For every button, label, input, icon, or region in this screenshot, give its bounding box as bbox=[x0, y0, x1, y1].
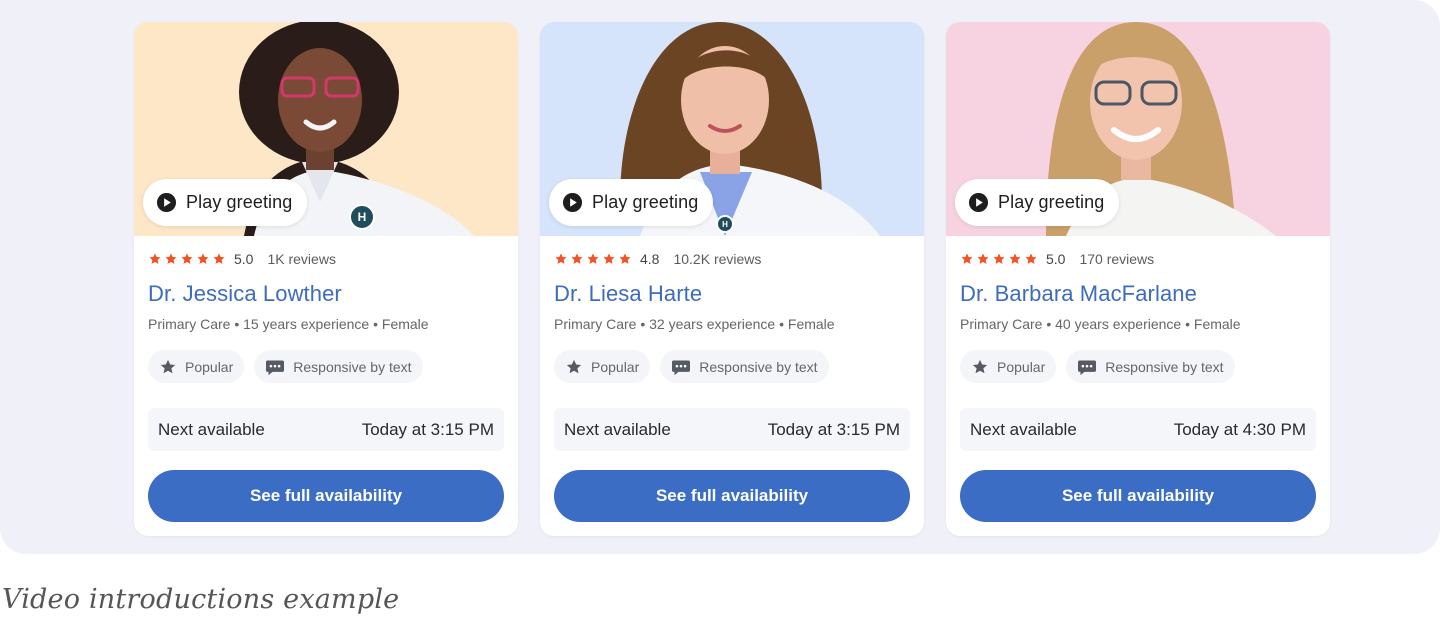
see-full-availability-button[interactable]: See full availability bbox=[148, 470, 504, 522]
popular-label: Popular bbox=[591, 358, 640, 375]
star-rating bbox=[148, 252, 226, 266]
rating-value: 4.8 bbox=[640, 251, 660, 267]
play-greeting-button[interactable]: Play greeting bbox=[955, 179, 1120, 226]
rating-star-icon bbox=[977, 253, 989, 264]
responsive-label: Responsive by text bbox=[699, 358, 818, 375]
play-greeting-label: Play greeting bbox=[186, 192, 293, 212]
rating-star-icon bbox=[165, 253, 177, 264]
chat-bubble-icon bbox=[1078, 359, 1097, 375]
chat-bubble-icon bbox=[672, 359, 691, 375]
chat-bubble-icon bbox=[266, 359, 285, 375]
next-available-time: Today at 4:30 PM bbox=[1173, 419, 1306, 439]
star-rating bbox=[960, 252, 1038, 266]
popular-chip: Popular bbox=[148, 350, 245, 383]
play-greeting-button[interactable]: Play greeting bbox=[143, 179, 308, 226]
popular-chip: Popular bbox=[960, 350, 1057, 383]
play-greeting-label: Play greeting bbox=[998, 192, 1105, 212]
play-circle-icon bbox=[968, 192, 989, 213]
play-greeting-button[interactable]: Play greeting bbox=[549, 179, 714, 226]
see-full-availability-button[interactable]: See full availability bbox=[960, 470, 1316, 522]
play-circle-icon bbox=[156, 192, 177, 213]
rating-star-icon bbox=[555, 253, 567, 264]
responsive-chip: Responsive by text bbox=[660, 350, 829, 383]
rating-row: 5.0 170 reviews bbox=[960, 250, 1316, 268]
rating-value: 5.0 bbox=[234, 251, 254, 267]
rating-star-icon bbox=[181, 253, 193, 264]
rating-star-icon bbox=[1025, 253, 1037, 264]
provider-details: Primary Care • 40 years experience • Fem… bbox=[960, 316, 1241, 332]
star-rating bbox=[554, 252, 632, 266]
rating-star-icon bbox=[587, 253, 599, 264]
rating-star-icon bbox=[993, 253, 1005, 264]
rating-star-icon bbox=[1009, 253, 1021, 264]
next-available-label: Next available bbox=[158, 419, 265, 439]
responsive-chip: Responsive by text bbox=[1066, 350, 1235, 383]
provider-photo: Play greeting bbox=[946, 22, 1330, 236]
rating-star-icon bbox=[213, 253, 225, 264]
provider-name[interactable]: Dr. Jessica Lowther bbox=[148, 281, 504, 307]
responsive-chip: Responsive by text bbox=[254, 350, 423, 383]
provider-details: Primary Care • 15 years experience • Fem… bbox=[148, 316, 429, 332]
popular-label: Popular bbox=[185, 358, 234, 375]
review-count: 10.2K reviews bbox=[673, 251, 762, 267]
rating-row: 4.8 10.2K reviews bbox=[554, 250, 910, 268]
provider-photo: Play greeting H bbox=[134, 22, 518, 236]
example-stage: Play greeting H 5.0 1K reviews Dr. Jessi… bbox=[0, 0, 1440, 554]
popular-chip: Popular bbox=[554, 350, 651, 383]
rating-star-icon bbox=[571, 253, 583, 264]
provider-card-list: Play greeting H 5.0 1K reviews Dr. Jessi… bbox=[134, 22, 1330, 536]
provider-card[interactable]: Play greeting 5.0 170 reviews Dr. Barbar… bbox=[946, 22, 1330, 536]
review-count: 170 reviews bbox=[1079, 251, 1155, 267]
rating-row: 5.0 1K reviews bbox=[148, 250, 504, 268]
popular-label: Popular bbox=[997, 358, 1046, 375]
see-full-availability-button[interactable]: See full availability bbox=[554, 470, 910, 522]
next-available-row: Next available Today at 3:15 PM bbox=[554, 408, 910, 451]
provider-card[interactable]: Play greeting H 5.0 1K reviews Dr. Jessi… bbox=[134, 22, 518, 536]
rating-star-icon bbox=[961, 253, 973, 264]
star-icon bbox=[972, 359, 988, 373]
figure-caption: Video introductions example bbox=[2, 584, 400, 615]
rating-star-icon bbox=[619, 253, 631, 264]
star-icon bbox=[566, 359, 582, 373]
provider-photo: Play greeting H bbox=[540, 22, 924, 236]
provider-name[interactable]: Dr. Liesa Harte bbox=[554, 281, 910, 307]
play-circle-icon bbox=[562, 192, 583, 213]
play-greeting-label: Play greeting bbox=[592, 192, 699, 212]
rating-value: 5.0 bbox=[1046, 251, 1066, 267]
practice-logo-icon: H bbox=[349, 204, 375, 230]
practice-logo-icon: H bbox=[716, 215, 734, 233]
rating-star-icon bbox=[603, 253, 615, 264]
responsive-label: Responsive by text bbox=[293, 358, 412, 375]
next-available-row: Next available Today at 3:15 PM bbox=[148, 408, 504, 451]
provider-details: Primary Care • 32 years experience • Fem… bbox=[554, 316, 835, 332]
next-available-row: Next available Today at 4:30 PM bbox=[960, 408, 1316, 451]
review-count: 1K reviews bbox=[267, 251, 336, 267]
star-icon bbox=[160, 359, 176, 373]
provider-card[interactable]: Play greeting H 4.8 10.2K reviews Dr. Li… bbox=[540, 22, 924, 536]
next-available-label: Next available bbox=[564, 419, 671, 439]
next-available-label: Next available bbox=[970, 419, 1077, 439]
next-available-time: Today at 3:15 PM bbox=[361, 419, 494, 439]
next-available-time: Today at 3:15 PM bbox=[767, 419, 900, 439]
provider-name[interactable]: Dr. Barbara MacFarlane bbox=[960, 281, 1316, 307]
rating-star-icon bbox=[149, 253, 161, 264]
responsive-label: Responsive by text bbox=[1105, 358, 1224, 375]
rating-star-icon bbox=[197, 253, 209, 264]
